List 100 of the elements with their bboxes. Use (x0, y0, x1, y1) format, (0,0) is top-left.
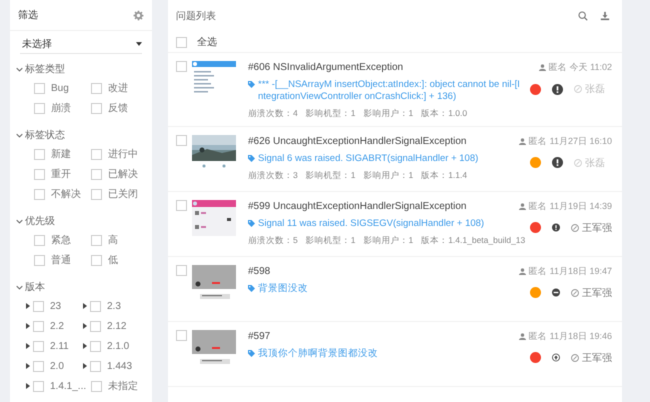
minus-icon (552, 287, 560, 298)
issue-stat: 版本：1.1.4 (421, 170, 468, 182)
exclamation-icon (552, 84, 563, 94)
checkbox[interactable] (34, 234, 45, 246)
checkbox-label: 2.11 (50, 340, 69, 352)
checkbox[interactable] (34, 188, 45, 200)
issue-title[interactable]: #598 (248, 266, 270, 277)
search-icon[interactable] (578, 11, 588, 21)
issue-message[interactable]: 我顶你个肺啊背景图都没改 (258, 348, 378, 360)
download-icon[interactable] (600, 11, 610, 21)
report-time: 11月18日 19:47 (550, 264, 612, 278)
checkbox[interactable] (176, 134, 187, 146)
chevron-icon (16, 132, 23, 138)
settings-icon[interactable] (133, 10, 144, 20)
section-toggle[interactable]: 标签状态 (10, 126, 152, 144)
checkbox[interactable] (90, 300, 101, 312)
checkbox[interactable] (90, 340, 101, 352)
checkbox-label: 1.443 (107, 360, 132, 372)
checkbox[interactable] (33, 380, 44, 392)
reporter-name: 匿名 (528, 200, 547, 213)
checkbox[interactable] (91, 168, 102, 180)
checkbox-label: 反馈 (108, 102, 128, 115)
dropdown[interactable]: 未选择 (20, 35, 142, 54)
checkbox-label: 新建 (51, 148, 71, 161)
assignee-icon (571, 288, 579, 297)
section-toggle[interactable]: 版本 (10, 278, 152, 296)
checkbox[interactable] (91, 188, 102, 200)
section-toggle[interactable]: 标签类型 (10, 60, 152, 78)
report-time: 今天 11:02 (570, 61, 612, 74)
issue-stat: 版本：1.0.0 (421, 108, 468, 120)
assignee[interactable]: 王军强 (571, 220, 612, 235)
assignee-icon (571, 354, 579, 362)
checkbox[interactable] (91, 102, 102, 114)
issue-stat: 崩溃次数：5 (248, 234, 298, 247)
issue-title[interactable]: #606 NSInvalidArgumentException (248, 62, 404, 73)
checkbox[interactable] (33, 320, 44, 332)
checkbox-label: 2.0 (50, 360, 64, 372)
tag-icon (248, 284, 255, 292)
checkbox-label: 重开 (51, 168, 71, 181)
tag-icon (248, 220, 255, 227)
report-time: 11月19日 14:39 (550, 200, 612, 213)
panel-title: 筛选 (18, 8, 38, 22)
checkbox[interactable] (91, 254, 102, 266)
section-toggle[interactable]: 优先级 (10, 212, 152, 230)
checkbox-label: 未指定 (108, 380, 138, 393)
checkbox-label: 2.2 (50, 320, 64, 332)
checkbox[interactable] (90, 320, 101, 332)
reporter-name: 匿名 (528, 330, 547, 343)
reporter-name: 匿名 (548, 61, 567, 74)
checkbox[interactable] (176, 61, 187, 72)
checkbox[interactable] (91, 234, 102, 246)
checkbox[interactable] (34, 254, 45, 266)
tag-icon (248, 81, 255, 88)
checkbox[interactable] (34, 82, 45, 94)
reporter-name: 匿名 (528, 134, 547, 148)
checkbox[interactable] (176, 200, 187, 211)
chevron-icon (16, 218, 23, 224)
checkbox[interactable] (34, 148, 45, 160)
checkbox[interactable] (91, 148, 102, 160)
issue-stat: 影响机型：1 (306, 234, 356, 247)
checkbox-label: 2.12 (107, 320, 126, 332)
caret-icon (136, 42, 142, 46)
checkbox-label: Bug (51, 82, 69, 94)
issue-title[interactable]: #597 (248, 330, 270, 342)
assignee[interactable]: 王军强 (571, 350, 612, 365)
chevron-icon (16, 66, 23, 72)
checkbox[interactable] (91, 82, 102, 94)
checkbox[interactable] (90, 360, 101, 372)
checkbox[interactable] (91, 380, 102, 392)
issue-stat: 影响机型：1 (306, 108, 356, 120)
exclamation-icon (552, 157, 563, 168)
assignee-icon (571, 224, 579, 232)
exclamation-icon (552, 222, 560, 234)
assignee-icon (574, 158, 582, 167)
issue-title[interactable]: #626 UncaughtExceptionHandlerSignalException (248, 136, 466, 147)
report-time: 11月27日 16:10 (550, 134, 612, 148)
checkbox[interactable] (33, 340, 44, 352)
checkbox[interactable] (34, 168, 45, 180)
issue-message[interactable]: *** -[__NSArrayM insertObject:atIndex:]: object cannot be nil-[IntegrationViewController onCrashClick:] + 136) (258, 79, 522, 103)
checkbox-label: 已解决 (108, 168, 138, 181)
checkbox[interactable] (176, 264, 187, 276)
checkbox-label: 高 (108, 234, 118, 247)
assignee[interactable]: 王军强 (571, 286, 612, 300)
issue-message[interactable]: 背景图没改 (258, 282, 308, 295)
issue-message[interactable]: Signal 11 was raised. SIGSEGV(signalHandler + 108) (258, 218, 484, 230)
issue-stat: 影响用户：1 (363, 170, 414, 182)
checkbox[interactable] (33, 300, 44, 312)
person-icon (518, 202, 526, 210)
checkbox-label: 低 (108, 254, 118, 267)
issue-message[interactable]: Signal 6 was raised. SIGABRT(signalHandler + 108) (258, 152, 478, 165)
issue-stat: 影响用户：1 (363, 234, 414, 247)
person-icon (518, 332, 526, 340)
issue-stat: 影响用户：1 (363, 108, 414, 120)
checkbox[interactable] (33, 360, 44, 372)
checkbox[interactable] (176, 36, 187, 48)
issue-title[interactable]: #599 UncaughtExceptionHandlerSignalException (248, 200, 466, 212)
checkbox[interactable] (34, 102, 45, 114)
checkbox-label: 23 (50, 300, 62, 312)
checkbox[interactable] (176, 330, 187, 341)
checkbox-label: 2.1.0 (107, 340, 130, 352)
